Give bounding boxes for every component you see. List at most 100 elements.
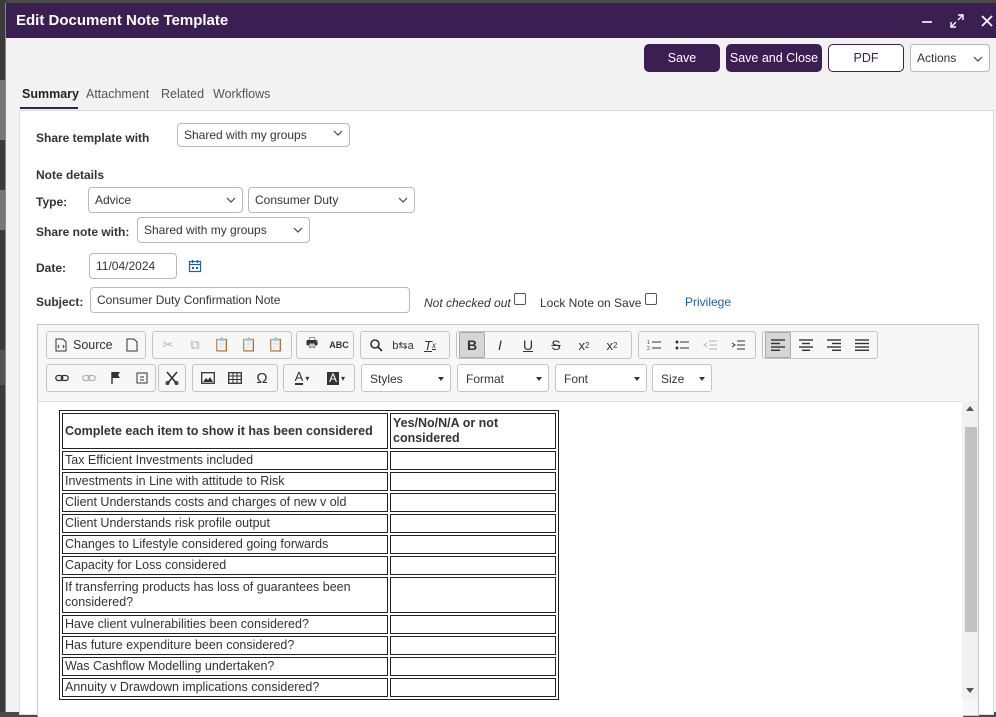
new-page-button[interactable] — [119, 332, 145, 358]
checklist-item-cell[interactable]: Have client vulnerabilities been conside… — [62, 615, 388, 634]
date-label: Date: — [36, 261, 67, 275]
image-icon[interactable] — [195, 365, 221, 391]
chevron-down-icon — [398, 197, 408, 203]
checklist-item-cell[interactable]: Client Understands costs and charges of … — [62, 493, 388, 512]
checklist-item-cell[interactable]: Annuity v Drawdown implications consider… — [62, 678, 388, 697]
close-icon[interactable] — [974, 3, 996, 38]
cut-icon[interactable]: ✂ — [155, 332, 181, 358]
source-button[interactable]: Source — [49, 332, 117, 358]
checklist-answer-cell[interactable] — [390, 514, 556, 533]
form-field-icon[interactable] — [130, 365, 156, 391]
bold-button[interactable]: B — [459, 332, 485, 358]
checklist-item-cell[interactable]: Was Cashflow Modelling undertaken? — [62, 657, 388, 676]
replace-icon[interactable]: b⇆a — [390, 332, 416, 358]
align-left-icon[interactable] — [765, 332, 791, 358]
checklist-item-cell[interactable]: Capacity for Loss considered — [62, 556, 388, 575]
anchor-flag-icon[interactable] — [103, 365, 129, 391]
size-combo[interactable]: Size — [652, 364, 712, 392]
outdent-icon[interactable] — [697, 332, 723, 358]
editor-content-area[interactable]: Complete each item to show it has been c… — [38, 401, 963, 717]
cut-special-icon[interactable] — [159, 365, 185, 391]
toolbar-group-special — [158, 364, 186, 392]
minimize-icon[interactable] — [914, 3, 940, 38]
lock-note-checkbox[interactable] — [645, 293, 657, 305]
type-select[interactable]: Advice — [88, 187, 243, 213]
paste-icon[interactable]: 📋 — [209, 332, 235, 358]
numbered-list-icon[interactable]: 12 — [641, 332, 667, 358]
scroll-up-icon[interactable] — [966, 406, 974, 411]
underline-button[interactable]: U — [515, 332, 541, 358]
styles-combo[interactable]: Styles — [361, 364, 451, 392]
table-row: Client Understands risk profile output — [62, 514, 556, 533]
toolbar-group-lists: 12 — [638, 331, 756, 359]
actions-dropdown[interactable]: Actions — [910, 44, 990, 72]
checklist-item-cell[interactable]: Tax Efficient Investments included — [62, 451, 388, 470]
remove-format-icon[interactable]: Tx — [417, 332, 443, 358]
scrollbar-thumb[interactable] — [965, 427, 977, 632]
checklist-answer-cell[interactable] — [390, 472, 556, 491]
special-char-icon[interactable]: Ω — [249, 365, 275, 391]
maximize-icon[interactable] — [944, 3, 970, 38]
align-center-icon[interactable] — [793, 332, 819, 358]
dropdown-arrow-icon — [699, 377, 705, 381]
checklist-item-cell[interactable]: Client Understands risk profile output — [62, 514, 388, 533]
calendar-icon[interactable] — [188, 259, 202, 276]
find-icon[interactable] — [363, 332, 389, 358]
pdf-button[interactable]: PDF — [828, 44, 904, 72]
scroll-down-icon[interactable] — [966, 688, 974, 693]
print-icon[interactable]: 🖶 — [299, 332, 325, 358]
share-note-select[interactable]: Shared with my groups — [137, 217, 310, 243]
save-button[interactable]: Save — [644, 44, 720, 72]
tab-summary[interactable]: Summary — [22, 87, 79, 101]
tab-workflows[interactable]: Workflows — [213, 87, 270, 101]
checklist-item-cell[interactable]: If transferring products has loss of gua… — [62, 577, 388, 613]
toolbar-group-align — [762, 331, 878, 359]
checklist-answer-cell[interactable] — [390, 657, 556, 676]
indent-icon[interactable] — [725, 332, 751, 358]
checklist-item-cell[interactable]: Changes to Lifestyle considered going fo… — [62, 535, 388, 554]
link-icon[interactable] — [49, 365, 75, 391]
tab-attachment[interactable]: Attachment — [86, 87, 149, 101]
spellcheck-icon[interactable]: ABC — [326, 332, 352, 358]
checklist-answer-cell[interactable] — [390, 556, 556, 575]
font-combo[interactable]: Font — [555, 364, 647, 392]
text-color-icon[interactable]: A ▾ — [286, 365, 318, 391]
unlink-icon[interactable] — [76, 365, 102, 391]
header-answer-cell[interactable]: Yes/No/N/A or not considered — [390, 413, 556, 449]
strikethrough-button[interactable]: S — [543, 332, 569, 358]
share-template-select[interactable]: Shared with my groups — [177, 123, 350, 147]
checklist-answer-cell[interactable] — [390, 493, 556, 512]
superscript-button[interactable]: x2 — [599, 332, 625, 358]
paste-word-icon[interactable]: 📋 — [263, 332, 289, 358]
subscript-button[interactable]: x2 — [571, 332, 597, 358]
header-item-cell[interactable]: Complete each item to show it has been c… — [62, 413, 388, 449]
source-label: Source — [73, 338, 113, 352]
background-color-icon[interactable]: A ▾ — [320, 365, 352, 391]
justify-icon[interactable] — [849, 332, 875, 358]
editor-scrollbar[interactable] — [962, 401, 978, 699]
tab-related[interactable]: Related — [161, 87, 204, 101]
bulleted-list-icon[interactable] — [669, 332, 695, 358]
chevron-down-icon — [333, 130, 343, 136]
checkout-checkbox[interactable] — [514, 293, 526, 305]
date-input[interactable]: 11/04/2024 — [89, 253, 177, 279]
checklist-answer-cell[interactable] — [390, 636, 556, 655]
table-icon[interactable] — [222, 365, 248, 391]
checklist-answer-cell[interactable] — [390, 451, 556, 470]
checklist-answer-cell[interactable] — [390, 615, 556, 634]
checklist-answer-cell[interactable] — [390, 577, 556, 613]
checklist-answer-cell[interactable] — [390, 535, 556, 554]
toolbar-group-basic-styles: B I U S x2 x2 — [456, 331, 632, 359]
format-combo[interactable]: Format — [457, 364, 549, 392]
checklist-item-cell[interactable]: Has future expenditure been considered? — [62, 636, 388, 655]
align-right-icon[interactable] — [821, 332, 847, 358]
paste-text-icon[interactable]: 📋 — [236, 332, 262, 358]
subtype-select[interactable]: Consumer Duty — [248, 187, 415, 213]
save-and-close-button[interactable]: Save and Close — [726, 44, 822, 72]
copy-icon[interactable]: ⧉ — [182, 332, 208, 358]
subject-input[interactable]: Consumer Duty Confirmation Note — [90, 287, 410, 313]
privilege-link[interactable]: Privilege — [685, 295, 731, 309]
italic-button[interactable]: I — [487, 332, 513, 358]
checklist-item-cell[interactable]: Investments in Line with attitude to Ris… — [62, 472, 388, 491]
checklist-answer-cell[interactable] — [390, 678, 556, 697]
